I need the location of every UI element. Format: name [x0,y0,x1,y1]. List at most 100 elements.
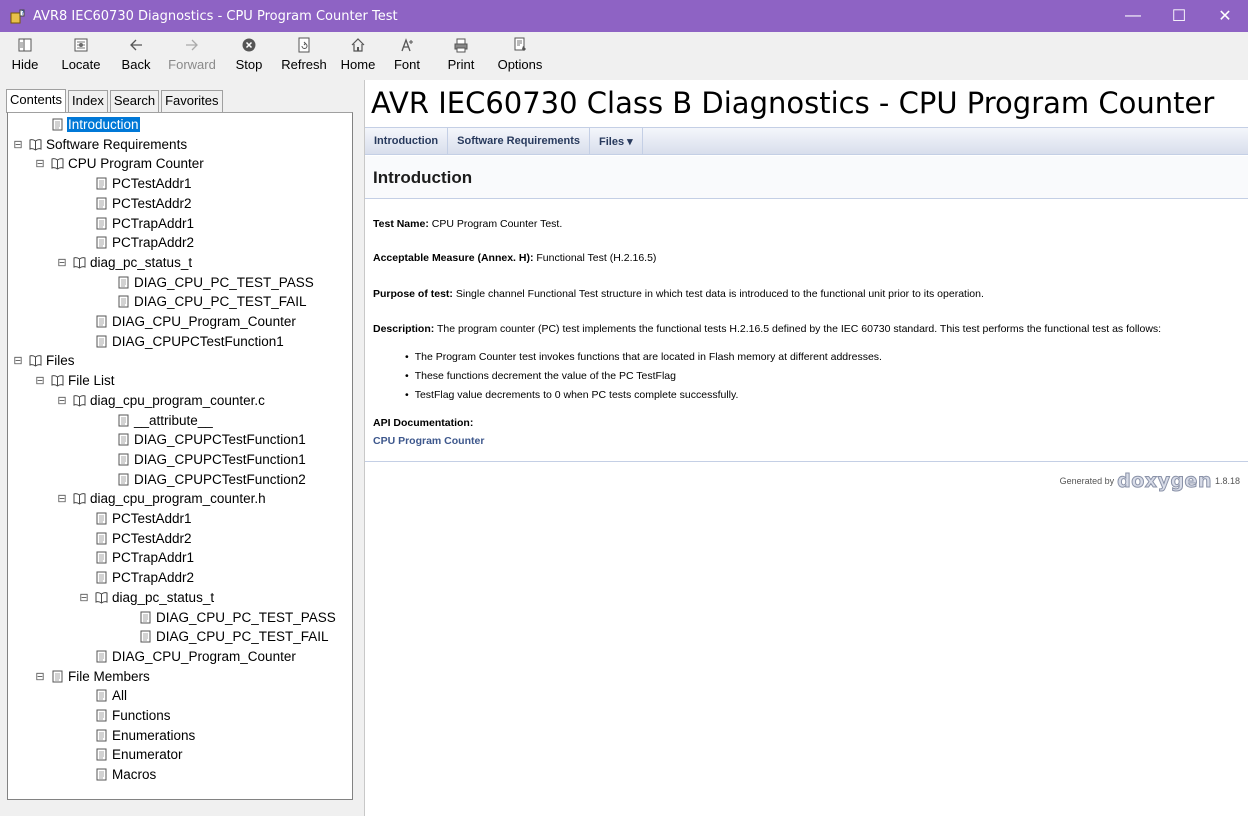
tree-item[interactable]: PCTestAddr2 [78,529,193,548]
svg-text:?: ? [21,10,24,17]
nav-tab-introduction[interactable]: Introduction [365,128,449,154]
window-title: AVR8 IEC60730 Diagnostics - CPU Program … [33,8,398,24]
tab-contents[interactable]: Contents [6,89,67,113]
tab-search[interactable]: Search [109,90,160,112]
tree-expander-icon[interactable]: ⊟ [12,138,24,151]
doxygen-navbar: Introduction Software Requirements Files… [365,127,1248,155]
tree-item[interactable]: ⊟ diag_pc_status_t [56,253,193,272]
tree-item-label: PCTestAddr2 [112,195,192,211]
tree-item[interactable]: DIAG_CPUPCTestFunction1 [100,430,307,449]
forward-button[interactable]: Forward [160,32,224,80]
tree-item[interactable]: Functions [78,706,172,725]
tree-item[interactable]: DIAG_CPUPCTestFunction1 [78,332,285,351]
list-item: These functions decrement the value of t… [405,370,882,389]
stop-button[interactable]: Stop [224,32,274,80]
nav-tab-software-requirements[interactable]: Software Requirements [448,128,591,154]
list-item: TestFlag value decrements to 0 when PC t… [405,389,882,408]
tree-item[interactable]: DIAG_CPUPCTestFunction2 [100,470,307,489]
tree-item[interactable]: __attribute__ [100,411,214,430]
tree-item-label: __attribute__ [134,412,213,428]
tree-item[interactable]: DIAG_CPU_PC_TEST_PASS [122,608,337,627]
doxygen-logo[interactable]: doxygen [1117,470,1212,493]
close-button[interactable]: ✕ [1202,0,1248,32]
tree-item[interactable]: PCTestAddr2 [78,194,193,213]
refresh-button[interactable]: Refresh [274,32,334,80]
page-icon [116,275,130,289]
tree-item-label: Files [46,353,75,369]
tree-item[interactable]: DIAG_CPU_PC_TEST_PASS [100,273,315,292]
home-button[interactable]: Home [334,32,382,80]
tree-item[interactable]: Enumerations [78,726,196,745]
page-icon [116,413,130,427]
tab-favorites[interactable]: Favorites [161,90,223,112]
tree-expander-icon[interactable]: ⊟ [12,354,24,367]
tree-item[interactable]: ⊟ diag_pc_status_t [78,588,215,607]
page-icon [94,216,108,230]
tree-item[interactable]: ⊟ CPU Program Counter [34,154,205,173]
printer-icon [453,36,469,54]
api-label: API Documentation: [373,417,474,429]
tree-item[interactable]: DIAG_CPU_PC_TEST_FAIL [122,627,330,646]
tree-item[interactable]: ⊟ diag_cpu_program_counter.h [56,489,267,508]
tree-item-label: DIAG_CPU_PC_TEST_PASS [156,609,336,625]
tree-item-label: Introduction [67,117,140,132]
measure-paragraph: Acceptable Measure (Annex. H): Functiona… [373,252,657,264]
book-icon [94,590,108,604]
tree-expander-icon[interactable]: ⊟ [34,157,46,170]
tree-item[interactable]: PCTrapAddr1 [78,214,195,233]
tree-item-label: PCTestAddr1 [112,176,192,192]
tree-item[interactable]: PCTestAddr1 [78,174,193,193]
tree-item[interactable]: PCTestAddr1 [78,509,193,528]
tree-item[interactable]: DIAG_CPU_Program_Counter [78,312,297,331]
tree-item[interactable]: Enumerator [78,745,184,764]
tree-item[interactable]: DIAG_CPU_Program_Counter [78,647,297,666]
locate-button[interactable]: Locate [50,32,112,80]
font-button[interactable]: Font [382,32,432,80]
tree-item-label: PCTrapAddr1 [112,550,195,566]
tree-item[interactable]: DIAG_CPUPCTestFunction1 [100,450,307,469]
contents-tree[interactable]: Introduction ⊟ Software Requirements ⊟ CPU P… [7,112,353,800]
tree-item[interactable]: Introduction [34,115,140,134]
tree-expander-icon[interactable]: ⊟ [34,670,46,683]
tree-item-label: DIAG_CPU_PC_TEST_PASS [134,274,314,290]
tree-expander-icon[interactable]: ⊟ [34,374,46,387]
tree-item[interactable]: All [78,686,128,705]
page-icon [94,551,108,565]
tree-item-label: Software Requirements [46,136,188,152]
tab-index[interactable]: Index [68,90,108,112]
page-icon [116,472,130,486]
tree-expander-icon[interactable]: ⊟ [56,394,68,407]
book-icon [50,157,64,171]
forward-arrow-icon [184,36,200,54]
minimize-button[interactable]: — [1110,0,1156,32]
tree-expander-icon[interactable]: ⊟ [56,492,68,505]
tree-expander-icon[interactable]: ⊟ [56,256,68,269]
document-view: AVR IEC60730 Class B Diagnostics - CPU P… [364,80,1248,816]
page-icon [50,118,64,132]
tree-item[interactable]: ⊟ Files [12,351,76,370]
tree-item[interactable]: DIAG_CPU_PC_TEST_FAIL [100,292,308,311]
tree-item-label: DIAG_CPU_PC_TEST_FAIL [134,294,307,310]
tree-item[interactable]: PCTrapAddr2 [78,568,195,587]
back-button[interactable]: Back [112,32,160,80]
page-icon [138,610,152,624]
tree-item[interactable]: PCTrapAddr2 [78,233,195,252]
page-icon [94,649,108,663]
page-icon [94,177,108,191]
options-button[interactable]: Options [490,32,550,80]
tree-item[interactable]: ⊟ File List [34,371,116,390]
nav-tab-files[interactable]: Files ▾ [590,128,643,154]
tree-item-label: Enumerator [112,747,183,763]
tree-item[interactable]: ⊟ diag_cpu_program_counter.c [56,391,266,410]
maximize-button[interactable]: ☐ [1156,0,1202,32]
tree-item[interactable]: Macros [78,765,157,784]
book-icon [72,393,86,407]
page-icon [50,669,64,683]
tree-item[interactable]: ⊟ File Members [34,667,151,686]
api-link[interactable]: CPU Program Counter [373,435,484,447]
tree-item[interactable]: PCTrapAddr1 [78,548,195,567]
tree-item[interactable]: ⊟ Software Requirements [12,135,188,154]
tree-expander-icon[interactable]: ⊟ [78,591,90,604]
print-button[interactable]: Print [432,32,490,80]
hide-button[interactable]: Hide [0,32,50,80]
